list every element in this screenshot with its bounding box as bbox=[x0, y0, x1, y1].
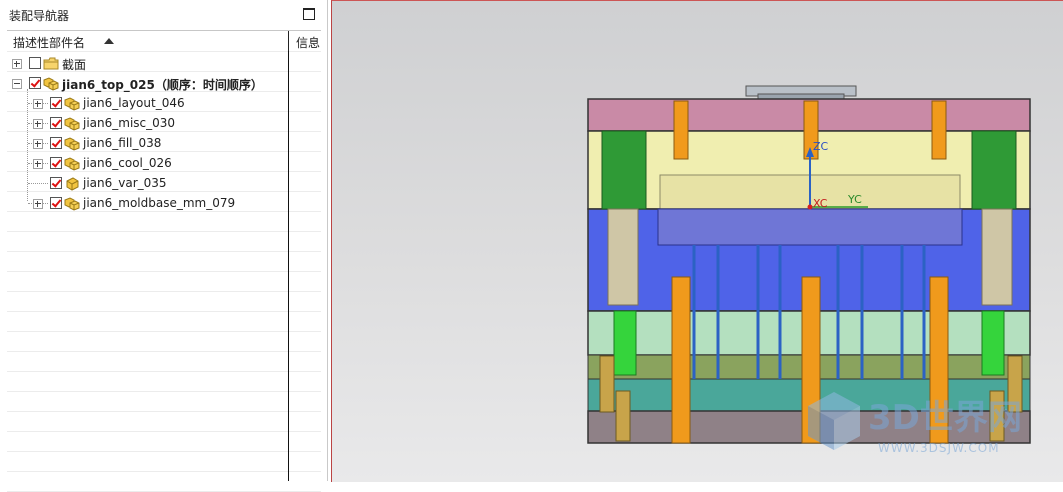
assembly-navigator-panel: 装配导航器 描述性部件名 信息 截面 jian6_top_025（顺序：时间顺序）… bbox=[0, 0, 328, 492]
checkbox-unchecked[interactable] bbox=[29, 57, 41, 69]
column-divider[interactable] bbox=[288, 31, 289, 51]
tree-node-label: jian6_fill_038 bbox=[83, 136, 162, 150]
sort-ascending-icon[interactable] bbox=[104, 38, 114, 44]
tree-node[interactable]: jian6_layout_046 bbox=[7, 94, 287, 114]
column-header-info[interactable]: 信息 bbox=[296, 34, 320, 51]
checkbox-checked[interactable] bbox=[50, 97, 62, 109]
row-separator bbox=[7, 51, 321, 52]
watermark-sub-text: WWW.3DSJW.COM bbox=[878, 441, 1000, 455]
row-separator bbox=[7, 251, 321, 252]
tree-node-label: jian6_layout_046 bbox=[83, 96, 185, 110]
tree-node-label: 截面 bbox=[62, 58, 87, 72]
guide-pillar-left bbox=[607, 208, 639, 306]
axis-label-x: XC bbox=[813, 197, 828, 210]
folder-icon bbox=[43, 57, 59, 70]
axis-label-z: ZC bbox=[813, 140, 829, 153]
watermark-logo: 3D世界网 WWW.3DSJW.COM bbox=[808, 392, 1022, 455]
guide-bushing-right bbox=[971, 130, 1017, 210]
checkbox-checked[interactable] bbox=[50, 117, 62, 129]
expand-icon[interactable] bbox=[12, 59, 22, 69]
expand-icon[interactable] bbox=[33, 159, 43, 169]
assembly-icon bbox=[64, 157, 80, 171]
guide-pillar-right bbox=[981, 208, 1013, 306]
expand-icon[interactable] bbox=[33, 139, 43, 149]
tree-node-label: jian6_moldbase_mm_079 bbox=[83, 196, 236, 210]
assembly-icon bbox=[64, 117, 80, 131]
expand-icon[interactable] bbox=[33, 119, 43, 129]
maximize-icon[interactable] bbox=[303, 8, 315, 20]
row-separator bbox=[7, 451, 321, 452]
collapse-icon[interactable] bbox=[12, 79, 22, 89]
tree-node-label: jian6_cool_026 bbox=[83, 156, 172, 170]
tree-node-label: jian6_misc_030 bbox=[83, 116, 176, 130]
tree-node[interactable]: jian6_top_025（顺序：时间顺序） bbox=[7, 74, 287, 94]
row-separator bbox=[7, 311, 321, 312]
expand-icon[interactable] bbox=[33, 99, 43, 109]
core-insert bbox=[657, 208, 963, 246]
axis-label-y: YC bbox=[847, 193, 862, 206]
column-header-description[interactable]: 描述性部件名 bbox=[13, 34, 85, 51]
row-separator bbox=[7, 391, 321, 392]
tree-node[interactable]: jian6_cool_026 bbox=[7, 154, 287, 174]
support-pillar-left bbox=[613, 310, 637, 376]
assembly-tree: 截面 jian6_top_025（顺序：时间顺序） jian6_layout_046… bbox=[7, 51, 321, 492]
navigator-title-bar: 装配导航器 bbox=[0, 0, 327, 28]
tree-connector bbox=[28, 183, 48, 184]
watermark-main-text: 3D世界网 bbox=[868, 398, 1022, 438]
checkbox-checked[interactable] bbox=[50, 157, 62, 169]
row-separator bbox=[7, 231, 321, 232]
checkbox-checked[interactable] bbox=[50, 177, 62, 189]
tree-node-label: jian6_var_035 bbox=[83, 176, 167, 190]
tree-node[interactable]: jian6_var_035 bbox=[7, 174, 287, 194]
row-separator bbox=[7, 471, 321, 472]
column-header: 描述性部件名 信息 bbox=[7, 30, 321, 52]
row-separator bbox=[7, 351, 321, 352]
assembly-icon bbox=[64, 97, 80, 111]
tree-node[interactable]: jian6_moldbase_mm_079 bbox=[7, 194, 287, 214]
row-separator bbox=[7, 291, 321, 292]
tree-node[interactable]: jian6_fill_038 bbox=[7, 134, 287, 154]
support-pillar-right bbox=[981, 310, 1005, 376]
checkbox-checked[interactable] bbox=[50, 137, 62, 149]
navigator-title: 装配导航器 bbox=[9, 9, 70, 23]
row-separator bbox=[7, 331, 321, 332]
assembly-icon bbox=[64, 197, 80, 211]
row-separator bbox=[7, 411, 321, 412]
tree-node[interactable]: 截面 bbox=[7, 54, 287, 74]
row-separator bbox=[7, 431, 321, 432]
assembly-icon bbox=[43, 77, 59, 91]
graphics-viewport[interactable]: ZC XC YC 3D世界网 WWW.3DSJW.COM bbox=[331, 0, 1063, 482]
tree-node-label: jian6_top_025（顺序：时间顺序） bbox=[62, 78, 263, 92]
part-icon bbox=[66, 177, 79, 191]
expand-icon[interactable] bbox=[33, 199, 43, 209]
assembly-icon bbox=[64, 137, 80, 151]
checkbox-checked[interactable] bbox=[50, 197, 62, 209]
checkbox-checked[interactable] bbox=[29, 77, 41, 89]
row-separator bbox=[7, 371, 321, 372]
tree-node[interactable]: jian6_misc_030 bbox=[7, 114, 287, 134]
column-divider bbox=[288, 51, 289, 481]
guide-bushing-left bbox=[601, 130, 647, 210]
row-separator bbox=[7, 271, 321, 272]
